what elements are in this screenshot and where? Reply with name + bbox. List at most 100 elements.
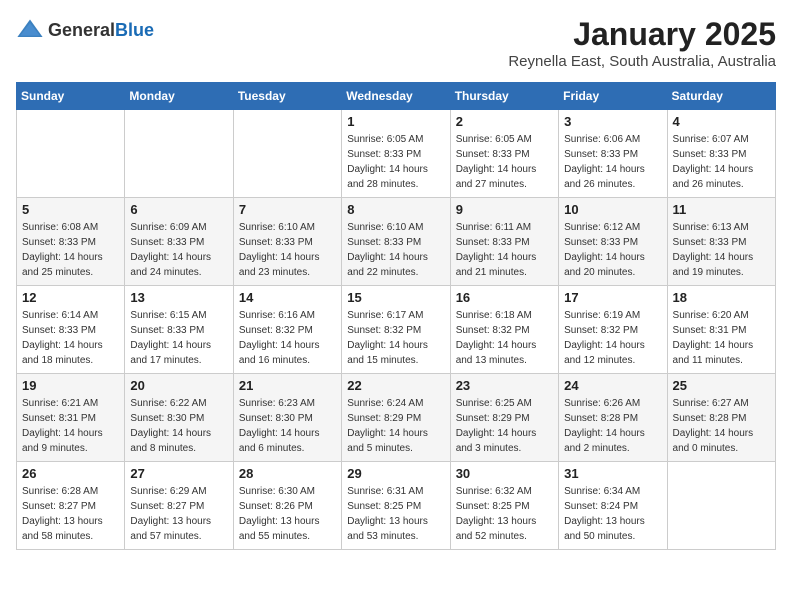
calendar-cell: 19 Sunrise: 6:21 AM Sunset: 8:31 PM Dayli… (17, 374, 125, 462)
calendar-table: Sunday Monday Tuesday Wednesday Thursday… (16, 82, 776, 550)
calendar-week-row: 12Sunrise: 6:14 AM Sunset: 8:33 PM Dayli… (17, 286, 776, 374)
day-number: 11 (673, 202, 770, 217)
calendar-cell: 1Sunrise: 6:05 AM Sunset: 8:33 PM Daylig… (342, 110, 450, 198)
logo-icon (16, 16, 44, 44)
day-number: 20 (130, 378, 227, 393)
day-number: 17 (564, 290, 661, 305)
col-monday: Monday (125, 83, 233, 110)
day-number: 28 (239, 466, 336, 481)
day-info: Sunrise: 6:20 AM Sunset: 8:31 PM Dayligh… (673, 308, 770, 368)
col-tuesday: Tuesday (233, 83, 341, 110)
day-number: 5 (22, 202, 119, 217)
day-number: 27 (130, 466, 227, 481)
logo-text: GeneralBlue (48, 20, 154, 41)
day-info: Sunrise: 6:05 AM Sunset: 8:33 PM Dayligh… (456, 132, 553, 192)
calendar-cell: 29Sunrise: 6:31 AM Sunset: 8:25 PM Dayli… (342, 462, 450, 550)
day-info: Sunrise: 6:10 AM Sunset: 8:33 PM Dayligh… (239, 220, 336, 280)
day-number: 8 (347, 202, 444, 217)
calendar-cell: 9Sunrise: 6:11 AM Sunset: 8:33 PM Daylig… (450, 198, 558, 286)
day-info: Sunrise: 6:16 AM Sunset: 8:32 PM Dayligh… (239, 308, 336, 368)
calendar-week-row: 26Sunrise: 6:28 AM Sunset: 8:27 PM Dayli… (17, 462, 776, 550)
location-title: Reynella East, South Australia, Australi… (508, 53, 776, 70)
day-info: Sunrise: 6:25 AM Sunset: 8:29 PM Dayligh… (456, 396, 553, 456)
logo: GeneralBlue (16, 16, 154, 44)
day-info: Sunrise: 6:09 AM Sunset: 8:33 PM Dayligh… (130, 220, 227, 280)
day-info: Sunrise: 6:30 AM Sunset: 8:26 PM Dayligh… (239, 484, 336, 544)
day-number: 19 (22, 378, 119, 393)
calendar-cell: 2 Sunrise: 6:05 AM Sunset: 8:33 PM Daylig… (450, 110, 558, 198)
calendar-cell: 23 Sunrise: 6:25 AM Sunset: 8:29 PM Dayli… (450, 374, 558, 462)
calendar-cell (17, 110, 125, 198)
calendar-cell: 16 Sunrise: 6:18 AM Sunset: 8:32 PM Dayli… (450, 286, 558, 374)
day-number: 22 (347, 378, 444, 393)
header-row: Sunday Monday Tuesday Wednesday Thursday… (17, 83, 776, 110)
calendar-cell: 31Sunrise: 6:34 AM Sunset: 8:24 PM Dayli… (559, 462, 667, 550)
calendar-cell: 13 Sunrise: 6:15 AM Sunset: 8:33 PM Dayli… (125, 286, 233, 374)
month-title: January 2025 (508, 16, 776, 53)
day-number: 6 (130, 202, 227, 217)
title-block: January 2025 Reynella East, South Austra… (508, 16, 776, 70)
day-number: 4 (673, 114, 770, 129)
col-saturday: Saturday (667, 83, 775, 110)
day-number: 15 (347, 290, 444, 305)
calendar-cell: 17Sunrise: 6:19 AM Sunset: 8:32 PM Dayli… (559, 286, 667, 374)
day-number: 30 (456, 466, 553, 481)
calendar-cell: 3Sunrise: 6:06 AM Sunset: 8:33 PM Daylig… (559, 110, 667, 198)
day-info: Sunrise: 6:08 AM Sunset: 8:33 PM Dayligh… (22, 220, 119, 280)
calendar-body: 1 Sunrise: 6:05 AM Sunset: 8:33 PM Daylig… (17, 110, 776, 550)
calendar-cell: 21Sunrise: 6:23 AM Sunset: 8:30 PM Dayli… (233, 374, 341, 462)
day-info: Sunrise: 6:22 AM Sunset: 8:30 PM Dayligh… (130, 396, 227, 456)
day-info: Sunrise: 6:28 AM Sunset: 8:27 PM Dayligh… (22, 484, 119, 544)
col-friday: Friday (559, 83, 667, 110)
day-number: 24 (564, 378, 661, 393)
day-number: 7 (239, 202, 336, 217)
day-info: Sunrise: 6:12 AM Sunset: 8:33 PM Dayligh… (564, 220, 661, 280)
day-info: Sunrise: 6:07 AM Sunset: 8:33 PM Dayligh… (673, 132, 770, 192)
day-number: 25 (673, 378, 770, 393)
day-number: 3 (564, 114, 661, 129)
calendar-cell: 28 Sunrise: 6:30 AM Sunset: 8:26 PM Dayli… (233, 462, 341, 550)
day-number: 16 (456, 290, 553, 305)
calendar-cell: 12Sunrise: 6:14 AM Sunset: 8:33 PM Dayli… (17, 286, 125, 374)
logo-blue: Blue (115, 20, 154, 40)
logo-general: General (48, 20, 115, 40)
calendar-cell: 24Sunrise: 6:26 AM Sunset: 8:28 PM Dayli… (559, 374, 667, 462)
day-info: Sunrise: 6:31 AM Sunset: 8:25 PM Dayligh… (347, 484, 444, 544)
day-info: Sunrise: 6:17 AM Sunset: 8:32 PM Dayligh… (347, 308, 444, 368)
day-info: Sunrise: 6:18 AM Sunset: 8:32 PM Dayligh… (456, 308, 553, 368)
col-thursday: Thursday (450, 83, 558, 110)
day-number: 23 (456, 378, 553, 393)
calendar-cell: 6 Sunrise: 6:09 AM Sunset: 8:33 PM Daylig… (125, 198, 233, 286)
day-info: Sunrise: 6:29 AM Sunset: 8:27 PM Dayligh… (130, 484, 227, 544)
day-info: Sunrise: 6:32 AM Sunset: 8:25 PM Dayligh… (456, 484, 553, 544)
day-info: Sunrise: 6:21 AM Sunset: 8:31 PM Dayligh… (22, 396, 119, 456)
day-number: 12 (22, 290, 119, 305)
calendar-cell (125, 110, 233, 198)
day-number: 21 (239, 378, 336, 393)
day-number: 2 (456, 114, 553, 129)
calendar-cell: 22 Sunrise: 6:24 AM Sunset: 8:29 PM Dayli… (342, 374, 450, 462)
calendar-week-row: 19 Sunrise: 6:21 AM Sunset: 8:31 PM Dayli… (17, 374, 776, 462)
day-number: 1 (347, 114, 444, 129)
day-info: Sunrise: 6:13 AM Sunset: 8:33 PM Dayligh… (673, 220, 770, 280)
calendar-cell (233, 110, 341, 198)
calendar-week-row: 5 Sunrise: 6:08 AM Sunset: 8:33 PM Daylig… (17, 198, 776, 286)
calendar-cell (667, 462, 775, 550)
day-number: 10 (564, 202, 661, 217)
calendar-cell: 26Sunrise: 6:28 AM Sunset: 8:27 PM Dayli… (17, 462, 125, 550)
day-info: Sunrise: 6:15 AM Sunset: 8:33 PM Dayligh… (130, 308, 227, 368)
calendar-cell: 15 Sunrise: 6:17 AM Sunset: 8:32 PM Dayli… (342, 286, 450, 374)
calendar-cell: 8Sunrise: 6:10 AM Sunset: 8:33 PM Daylig… (342, 198, 450, 286)
calendar-cell: 10 Sunrise: 6:12 AM Sunset: 8:33 PM Dayli… (559, 198, 667, 286)
calendar-header: Sunday Monday Tuesday Wednesday Thursday… (17, 83, 776, 110)
calendar-cell: 5 Sunrise: 6:08 AM Sunset: 8:33 PM Daylig… (17, 198, 125, 286)
day-info: Sunrise: 6:27 AM Sunset: 8:28 PM Dayligh… (673, 396, 770, 456)
calendar-cell: 25 Sunrise: 6:27 AM Sunset: 8:28 PM Dayli… (667, 374, 775, 462)
day-number: 13 (130, 290, 227, 305)
calendar-cell: 30 Sunrise: 6:32 AM Sunset: 8:25 PM Dayli… (450, 462, 558, 550)
calendar-cell: 11 Sunrise: 6:13 AM Sunset: 8:33 PM Dayli… (667, 198, 775, 286)
calendar-cell: 4 Sunrise: 6:07 AM Sunset: 8:33 PM Daylig… (667, 110, 775, 198)
col-sunday: Sunday (17, 83, 125, 110)
calendar-cell: 20 Sunrise: 6:22 AM Sunset: 8:30 PM Dayli… (125, 374, 233, 462)
day-info: Sunrise: 6:24 AM Sunset: 8:29 PM Dayligh… (347, 396, 444, 456)
